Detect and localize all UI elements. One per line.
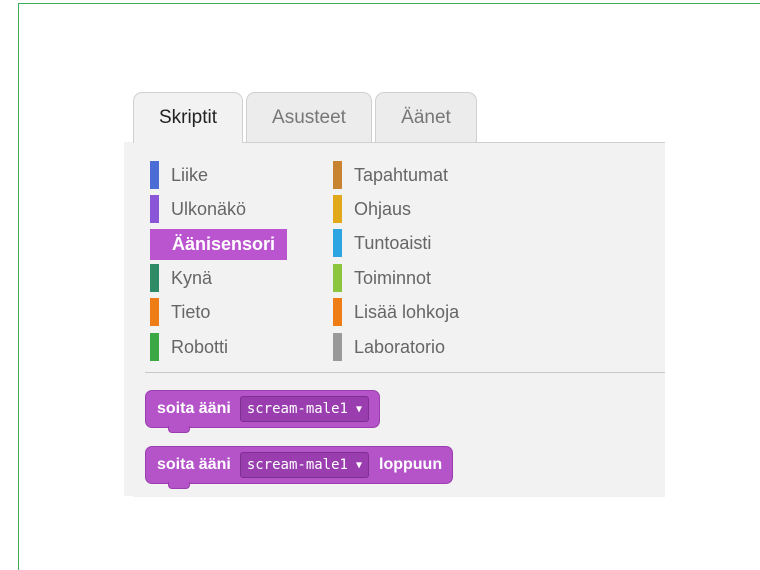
category-color-swatch: [150, 298, 159, 326]
category-pen[interactable]: Kynä: [150, 264, 212, 292]
frame-border-top: [18, 3, 760, 4]
category-motion[interactable]: Liike: [150, 161, 208, 189]
category-control[interactable]: Ohjaus: [333, 195, 411, 223]
category-label: Kynä: [171, 267, 213, 288]
category-color-swatch: [333, 195, 342, 223]
category-label: Ohjaus: [354, 198, 412, 219]
tab-scripts[interactable]: Skriptit: [133, 92, 243, 143]
category-sound[interactable]: Äänisensori: [150, 229, 288, 260]
category-color-swatch: [150, 264, 159, 292]
tab-costumes[interactable]: Asusteet: [246, 92, 372, 142]
chevron-down-icon: ▼: [355, 459, 362, 471]
sound-dropdown[interactable]: scream-male1 ▼: [239, 396, 369, 422]
play-sound-until-done-block[interactable]: soita ääni scream-male1 ▼ loppuun: [145, 446, 454, 489]
block-label: soita ääni: [157, 456, 231, 473]
block-trailing-label: loppuun: [379, 456, 443, 473]
category-label: Liike: [171, 164, 209, 185]
chevron-down-icon: ▼: [355, 403, 362, 415]
block-notch: [168, 482, 190, 489]
block-notch: [168, 426, 190, 433]
category-more-blocks[interactable]: Lisää lohkoja: [333, 298, 459, 326]
frame-border-left: [18, 3, 19, 570]
category-operators[interactable]: Toiminnot: [333, 264, 431, 292]
category-label: Tieto: [171, 301, 211, 322]
category-data[interactable]: Tieto: [150, 298, 210, 326]
category-color-swatch: [333, 161, 342, 189]
category-label: Tapahtumat: [354, 164, 449, 185]
category-sensing[interactable]: Tuntoaisti: [333, 229, 431, 257]
sound-dropdown[interactable]: scream-male1 ▼: [239, 452, 369, 478]
category-label: Lisää lohkoja: [354, 301, 460, 322]
dropdown-value: scream-male1: [246, 401, 348, 417]
tab-sounds[interactable]: Äänet: [375, 92, 477, 142]
category-color-swatch: [150, 161, 159, 189]
play-sound-block[interactable]: soita ääni scream-male1 ▼: [145, 390, 380, 433]
category-color-swatch: [333, 264, 342, 292]
panel-edge: [124, 142, 133, 496]
palette-divider: [145, 372, 665, 373]
category-color-swatch: [150, 230, 159, 259]
category-label: Robotti: [171, 336, 229, 357]
category-color-swatch: [333, 298, 342, 326]
category-label: Tuntoaisti: [354, 232, 432, 253]
category-label: Laboratorio: [354, 336, 446, 357]
category-label: Ulkonäkö: [171, 198, 247, 219]
category-looks[interactable]: Ulkonäkö: [150, 195, 246, 223]
dropdown-value: scream-male1: [246, 457, 348, 473]
category-label: Toiminnot: [354, 267, 432, 288]
category-label: Äänisensori: [172, 234, 276, 254]
category-robot[interactable]: Robotti: [150, 333, 228, 361]
category-color-swatch: [333, 229, 342, 257]
category-color-swatch: [150, 333, 159, 361]
block-label: soita ääni: [157, 400, 231, 417]
category-color-swatch: [333, 333, 342, 361]
category-color-swatch: [150, 195, 159, 223]
category-laboratory[interactable]: Laboratorio: [333, 333, 445, 361]
category-events[interactable]: Tapahtumat: [333, 161, 448, 189]
